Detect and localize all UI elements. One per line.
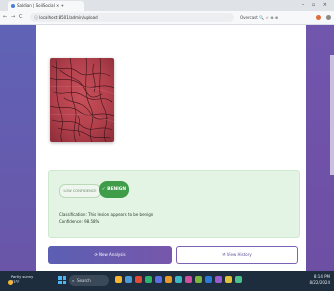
reload-icon[interactable]: C: [19, 11, 23, 24]
windows-start-icon[interactable]: [58, 276, 66, 284]
benign-status-badge: ✓ BENIGN: [99, 181, 129, 198]
weather-temp: 73°F: [11, 280, 20, 284]
pinned-app-icon[interactable]: [205, 276, 212, 283]
browser-tab[interactable]: Saldian | SoilSocial × +: [8, 1, 84, 11]
right-gradient-panel: [306, 25, 334, 271]
confidence-text: Confidence: 98.58%: [59, 219, 100, 224]
extensions-area[interactable]: Overcast 🔍 ☆ ⊕ ⊕: [240, 11, 278, 24]
pinned-app-icon[interactable]: [185, 276, 192, 283]
url-field[interactable]: ⓘ localhost:8501/admin/upload: [30, 13, 234, 22]
pinned-app-icon[interactable]: [115, 276, 122, 283]
address-bar: ← → C ⓘ localhost:8501/admin/upload Over…: [0, 11, 334, 25]
classification-text: Classification: This lesion appears to b…: [59, 212, 154, 217]
profile-icon[interactable]: [326, 15, 331, 20]
tray-time: 8:14 PM: [313, 274, 330, 279]
left-gradient-panel: [0, 25, 36, 271]
pinned-app-icon[interactable]: [175, 276, 182, 283]
pinned-app-icon[interactable]: [155, 276, 162, 283]
extension-icon[interactable]: [316, 15, 321, 20]
pinned-app-icon[interactable]: [125, 276, 132, 283]
pinned-app-icon[interactable]: [235, 276, 242, 283]
pinned-app-icon[interactable]: [215, 276, 222, 283]
forward-icon[interactable]: →: [11, 11, 15, 24]
uploaded-lesion-image: [50, 58, 114, 142]
pinned-app-icon[interactable]: [165, 276, 172, 283]
pinned-app-icon[interactable]: [225, 276, 232, 283]
pinned-app-icon[interactable]: [195, 276, 202, 283]
new-analysis-button[interactable]: ⟳ New Analysis: [48, 246, 172, 264]
back-icon[interactable]: ←: [3, 11, 7, 24]
window-controls[interactable]: – ▫ ×: [302, 0, 330, 11]
windows-taskbar: Partly sunny 73°F ⌕ Search 8:14 PM 8/22/…: [0, 271, 334, 291]
search-label: Search: [77, 278, 91, 283]
browser-favicon-icon: [11, 4, 15, 8]
result-panel: [48, 170, 300, 238]
view-history-button[interactable]: 🗎 View History: [176, 246, 298, 264]
tab-title: Saldian | SoilSocial × +: [17, 3, 64, 8]
system-tray[interactable]: 8:14 PM 8/22/2024: [309, 274, 330, 286]
browser-tab-strip: Saldian | SoilSocial × + – ▫ ×: [0, 0, 334, 11]
taskbar-search[interactable]: ⌕ Search: [69, 275, 109, 286]
search-icon: ⌕: [72, 278, 75, 283]
pinned-app-icon[interactable]: [135, 276, 142, 283]
confidence-chip: LOW CONFIDENCE: [59, 184, 101, 198]
pinned-app-icon[interactable]: [145, 276, 152, 283]
tray-date: 8/22/2024: [309, 280, 330, 285]
